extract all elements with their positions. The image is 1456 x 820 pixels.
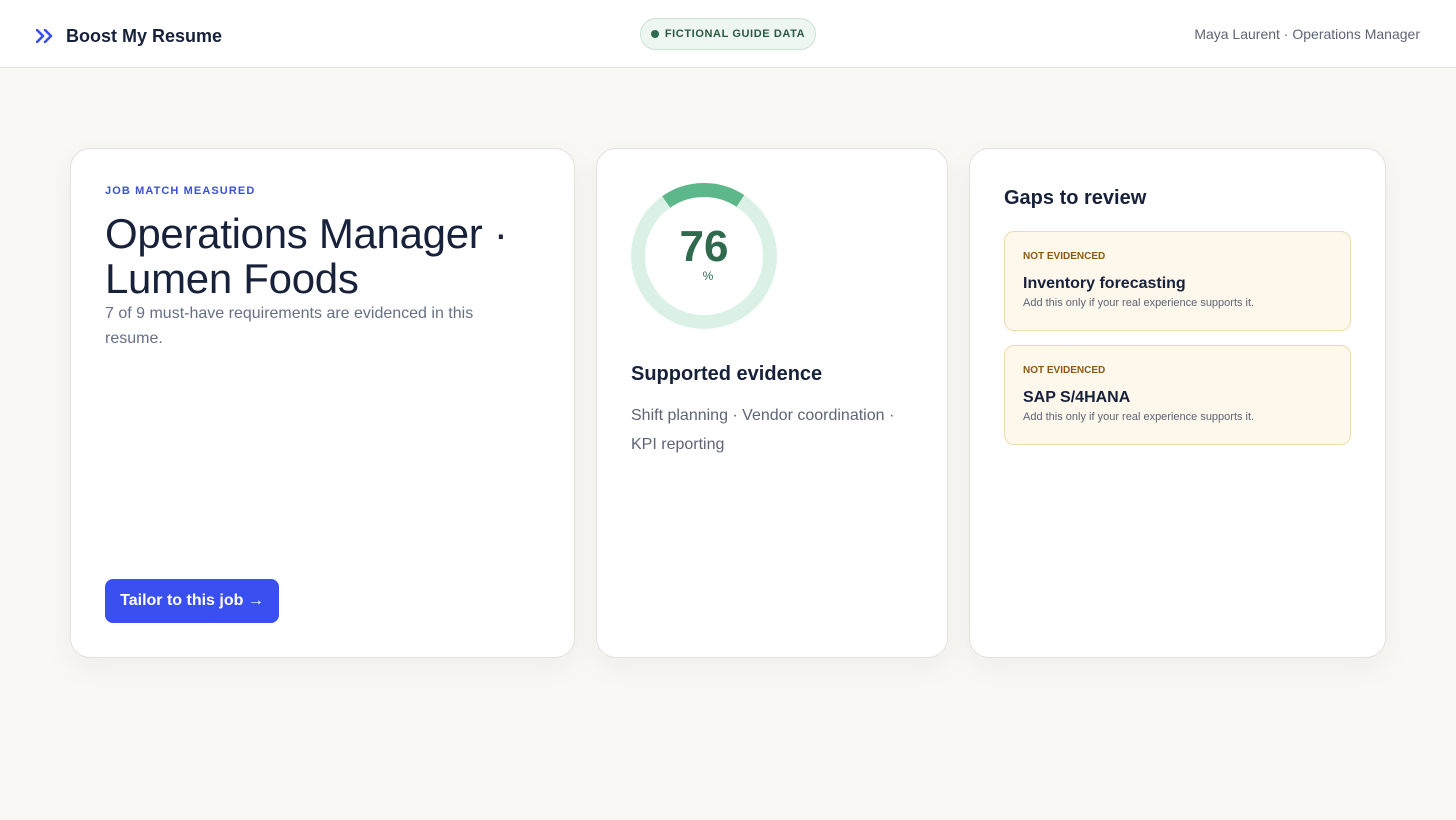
double-chevron-right-icon <box>36 29 53 43</box>
gap-note: Add this only if your real experience su… <box>1023 297 1255 309</box>
badge-label: FICTIONAL GUIDE DATA <box>664 28 806 40</box>
gap-status-label: NOT EVIDENCED <box>1023 251 1106 262</box>
gaps-card: Gaps to review NOT EVIDENCED Inventory f… <box>969 148 1386 658</box>
user-label: Maya Laurent · Operations Manager <box>1194 26 1420 42</box>
job-requirements-summary: 7 of 9 must-have requirements are eviden… <box>105 305 474 347</box>
tailor-to-job-button[interactable]: Tailor to this job → <box>105 579 279 623</box>
top-bar: Boost My Resume FICTIONAL GUIDE DATA May… <box>0 0 1456 68</box>
match-score-card: 76 % Supported evidence Shift planning ·… <box>596 148 948 658</box>
job-match-card: JOB MATCH MEASURED Operations Manager · … <box>70 148 575 658</box>
supported-evidence-list: Shift planning · Vendor coordination · K… <box>631 407 895 453</box>
gap-item[interactable]: NOT EVIDENCED SAP S/4HANA Add this only … <box>1004 345 1351 445</box>
gaps-title: Gaps to review <box>1004 187 1147 209</box>
gap-status-label: NOT EVIDENCED <box>1023 365 1106 376</box>
brand-name: Boost My Resume <box>66 25 223 46</box>
job-title: Operations Manager · Lumen Foods <box>105 210 508 302</box>
fictional-data-badge: FICTIONAL GUIDE DATA <box>640 18 816 50</box>
job-match-eyebrow: JOB MATCH MEASURED <box>105 185 256 197</box>
match-score-value: 76 <box>679 222 729 271</box>
status-dot-icon <box>650 30 659 38</box>
gap-note: Add this only if your real experience su… <box>1023 411 1255 423</box>
supported-evidence-title: Supported evidence <box>631 363 823 385</box>
brand[interactable]: Boost My Resume <box>36 24 222 48</box>
gap-name: SAP S/4HANA <box>1023 389 1131 406</box>
gap-item[interactable]: NOT EVIDENCED Inventory forecasting Add … <box>1004 231 1351 331</box>
match-score-unit: % <box>702 269 714 283</box>
gap-name: Inventory forecasting <box>1023 275 1186 292</box>
